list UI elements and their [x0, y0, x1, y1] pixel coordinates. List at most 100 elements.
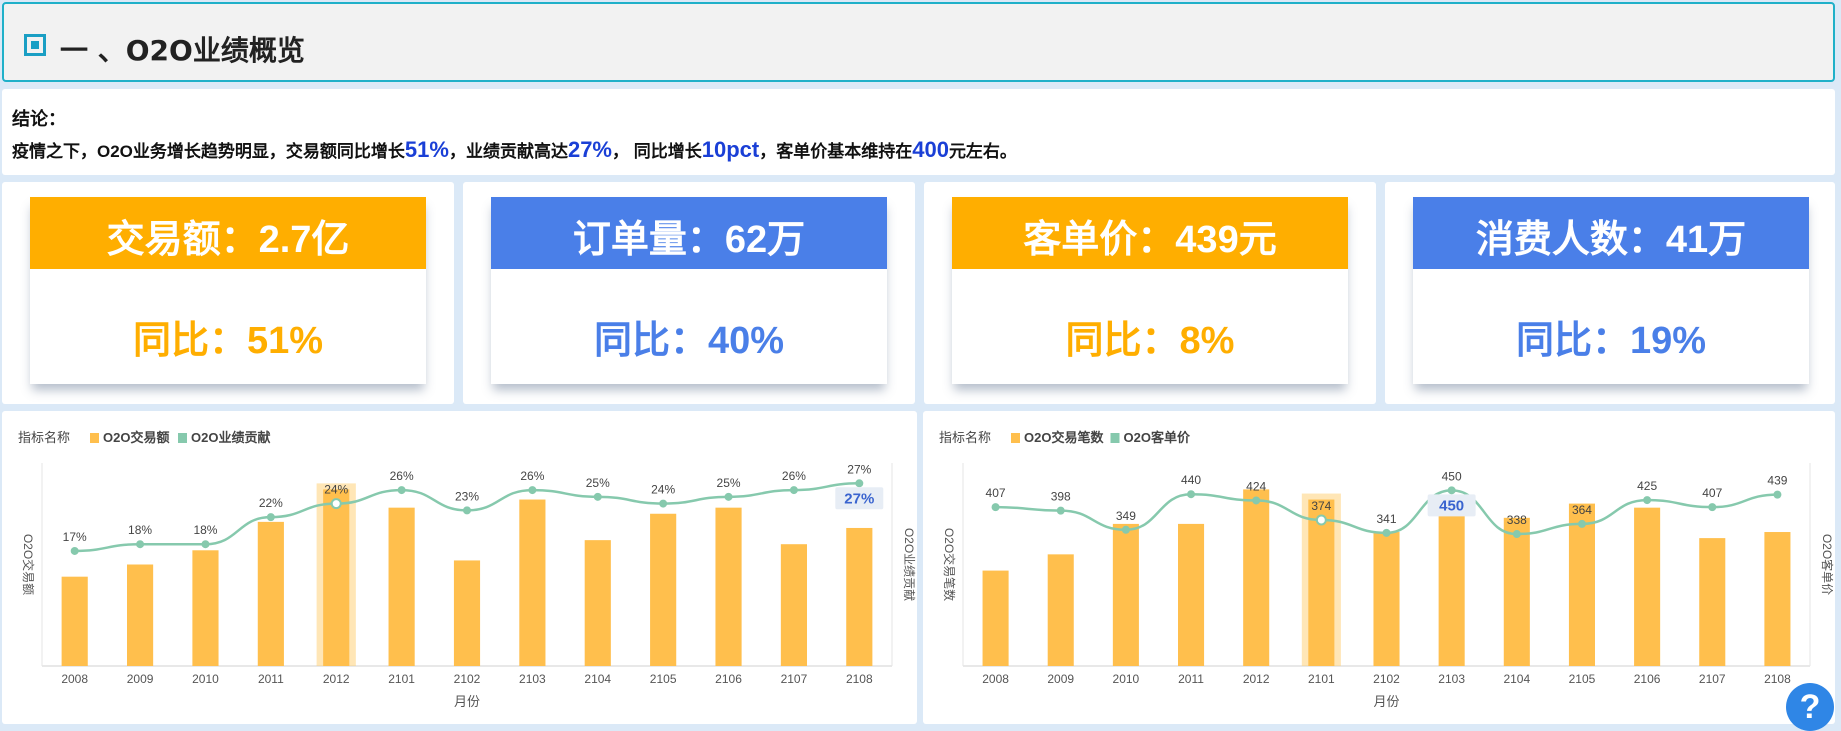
- line-data-label: 26%: [520, 469, 544, 483]
- chart-bar: [257, 521, 284, 666]
- line-point: [1187, 490, 1196, 499]
- chart-bar: [584, 540, 611, 666]
- x-axis-title: 月份: [1373, 694, 1399, 709]
- chart-bar: [61, 576, 88, 666]
- x-tick-label: 2104: [584, 672, 611, 686]
- conclusion-highlight: 400: [912, 137, 949, 162]
- line-data-label: 23%: [455, 489, 479, 503]
- combo-chart-revenue: 指标名称 O2O交易额 O2O业绩贡献 17% 18% 18% 22% 24% 26% 23% 26…: [18, 430, 917, 709]
- kpi-card: 消费人数：41万 同比：19%: [1413, 197, 1809, 384]
- chart-bar: [1178, 523, 1205, 666]
- conclusion-panel: 结论： 疫情之下，O2O业务增长趋势明显，交易额同比增长51%，业绩贡献高达27…: [2, 89, 1835, 175]
- line-point: [266, 513, 275, 522]
- chart-bar: [127, 564, 154, 666]
- kpi-yoy: 同比：40%: [593, 320, 785, 362]
- kpi-card: 订单量：62万 同比：40%: [491, 197, 887, 384]
- chart-bar: [650, 513, 677, 666]
- kpi-yoy: 同比：19%: [1515, 320, 1707, 362]
- line-data-label: 349: [1116, 509, 1136, 523]
- line-data-label: 18%: [128, 523, 152, 537]
- x-tick-label: 2103: [1438, 672, 1465, 686]
- kpi-card: 客单价：439元 同比：8%: [952, 197, 1348, 384]
- legend-swatch-bar: [1011, 433, 1020, 443]
- line-point: [855, 479, 864, 488]
- x-tick-label: 2107: [781, 672, 808, 686]
- line-data-label: 27%: [847, 462, 871, 476]
- conclusion-highlight: 27%: [567, 137, 612, 162]
- y-axis-right-title: O2O业绩贡献: [902, 528, 917, 601]
- line-point: [136, 540, 145, 549]
- combo-chart-orders: 指标名称 O2O交易笔数 O2O客单价 407 398 349 440 424 374 341 45…: [939, 430, 1835, 709]
- line-data-label: 25%: [717, 476, 741, 490]
- x-tick-label: 2105: [1569, 672, 1596, 686]
- chart-bar: [1047, 554, 1074, 666]
- line-data-label: 338: [1507, 513, 1527, 527]
- kpi-panel-orders: 订单量：62万 同比：40%: [463, 182, 915, 404]
- chart-bar: [715, 507, 742, 666]
- line-point: [397, 486, 406, 495]
- x-tick-label: 2011: [258, 672, 284, 686]
- line-point: [1056, 506, 1065, 515]
- x-tick-label: 2010: [1113, 672, 1140, 686]
- x-tick-label: 2010: [192, 672, 219, 686]
- line-point: [659, 499, 668, 508]
- chart-bar: [1243, 489, 1270, 666]
- page-title: 一 、O2O业绩概览: [60, 34, 305, 67]
- kpi-panel-revenue: 交易额：2.7亿 同比：51%: [2, 182, 454, 404]
- chart-bar: [1373, 532, 1400, 666]
- chart-bar: [780, 544, 807, 666]
- kpi-title: 消费人数：41万: [1413, 197, 1809, 269]
- line-data-label: 374: [1311, 499, 1331, 513]
- legend-title: 指标名称: [18, 430, 70, 445]
- x-tick-label: 2009: [127, 672, 154, 686]
- x-tick-label: 2008: [982, 672, 1009, 686]
- line-data-label: 26%: [390, 469, 414, 483]
- legend-swatch-bar: [90, 433, 99, 443]
- line-data-label: 407: [986, 486, 1006, 500]
- line-point: [1382, 528, 1391, 537]
- conclusion-text: 疫情之下，O2O业务增长趋势明显，交易额同比增长51%，业绩贡献高达27%， 同…: [12, 137, 1017, 163]
- chart-bar: [982, 570, 1009, 666]
- chart-bar: [192, 550, 219, 666]
- y-axis-right-title: O2O客单价: [1820, 534, 1835, 595]
- chart-bar: [1112, 523, 1139, 666]
- chart-panel-revenue: 指标名称 O2O交易额 O2O业绩贡献 17% 18% 18% 22% 24% 26% 23% 26…: [2, 411, 917, 724]
- line-point: [528, 486, 537, 495]
- line-data-label: 17%: [63, 530, 87, 544]
- line-point: [1643, 496, 1652, 505]
- x-tick-label: 2008: [61, 672, 88, 686]
- chart-bar: [846, 527, 873, 666]
- line-data-label: 398: [1051, 490, 1071, 504]
- kpi-title: 客单价：439元: [952, 197, 1348, 269]
- chart-bar: [1568, 503, 1595, 666]
- x-tick-label: 2108: [1764, 672, 1791, 686]
- line-point: [789, 486, 798, 495]
- chart-panel-orders: 指标名称 O2O交易笔数 O2O客单价 407 398 349 440 424 374 341 45…: [923, 411, 1835, 724]
- x-tick-label: 2012: [323, 672, 350, 686]
- line-data-label: 22%: [259, 496, 283, 510]
- line-point: [201, 540, 210, 549]
- line-point: [1577, 519, 1586, 528]
- line-point: [1315, 514, 1327, 526]
- kpi-title: 订单量：62万: [491, 197, 887, 269]
- line-data-label: 341: [1376, 512, 1396, 526]
- x-tick-label: 2101: [1308, 672, 1335, 686]
- y-axis-left-title: O2O交易额: [21, 534, 36, 595]
- conclusion-part: 疫情之下，O2O业务增长趋势明显，交易额同比增长: [12, 142, 405, 161]
- kpi-title: 交易额：2.7亿: [30, 197, 426, 269]
- x-tick-label: 2103: [519, 672, 546, 686]
- line-data-label: 425: [1637, 479, 1657, 493]
- line-point: [463, 506, 471, 515]
- line-data-label: 439: [1767, 474, 1787, 488]
- line-data-label: 18%: [193, 523, 217, 537]
- help-button[interactable]: ?: [1786, 683, 1834, 731]
- x-tick-label: 2009: [1047, 672, 1074, 686]
- x-tick-label: 2106: [715, 672, 742, 686]
- x-tick-label: 2102: [454, 672, 481, 686]
- line-point: [1121, 525, 1130, 534]
- line-point: [1447, 486, 1456, 495]
- x-tick-label: 2101: [388, 672, 415, 686]
- line-point: [1252, 496, 1261, 505]
- chart-bar: [323, 489, 350, 666]
- line-point: [1708, 503, 1717, 512]
